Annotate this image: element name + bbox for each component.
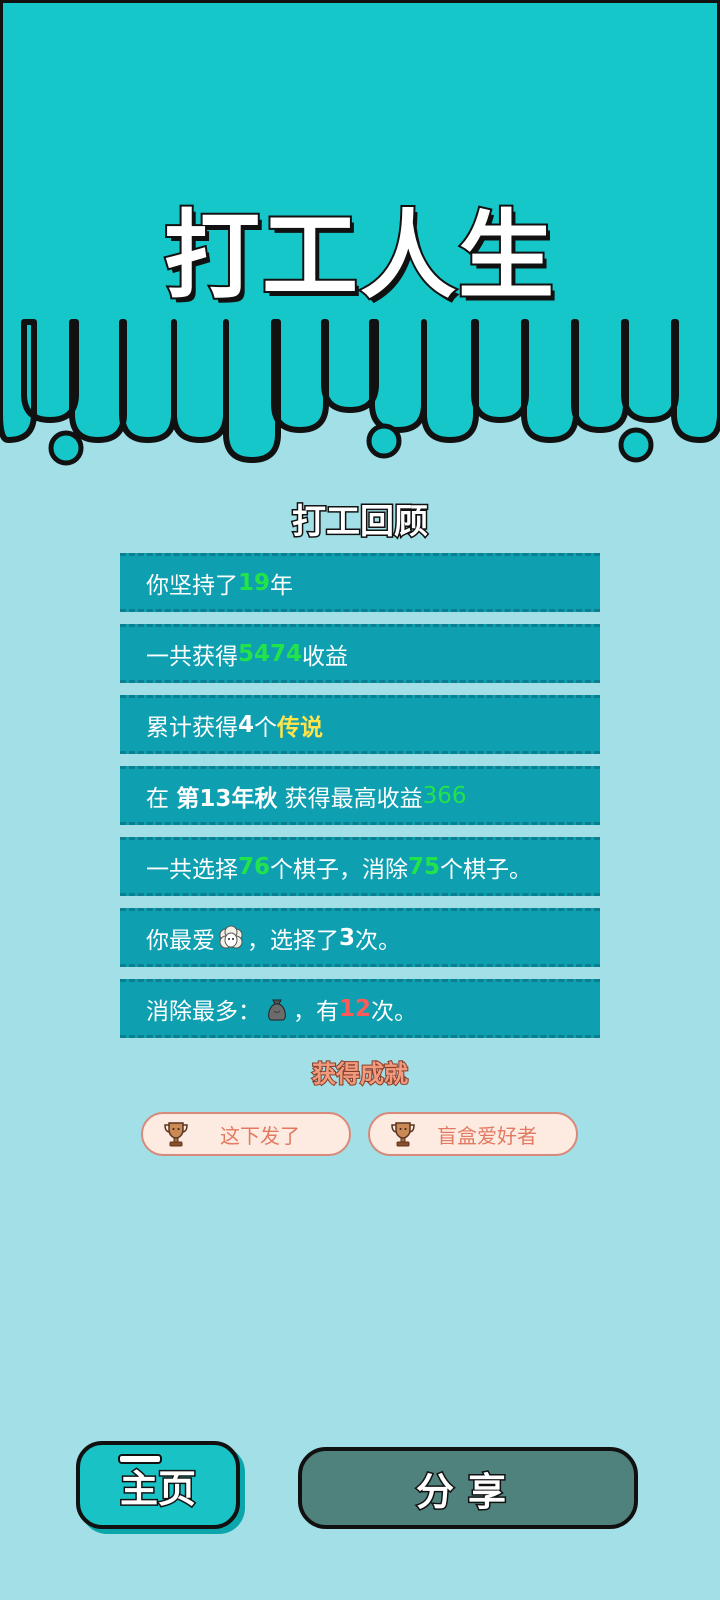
stat-row-most-removed: 消除最多： ，有 12 次。 [120,979,600,1038]
stat-text: 你坚持了 [146,572,238,599]
drip-drop [366,423,402,459]
share-button-label: 分享 [414,1468,520,1515]
stat-value-legend-count: 4 [238,711,255,738]
app-title: 打工人生 [162,198,556,314]
stat-row-best-income: 在 第13年秋 获得最高收益 366 [120,766,600,825]
achievement-badge[interactable]: 盲盒爱好者 [368,1112,578,1156]
stat-text: 一共获得 [146,643,238,670]
stat-row-pieces: 一共选择 76 个棋子，消除 75 个棋子。 [120,837,600,896]
stat-value-favorite-count: 3 [339,924,356,951]
trophy-icon [164,1122,188,1147]
share-button[interactable]: 分享 [298,1447,638,1529]
achievement-badge[interactable]: 这下发了 [141,1112,351,1156]
section-title-review: 打工回顾 [291,501,430,544]
stat-value-income: 5474 [238,640,303,667]
stat-text: 获得最高收益 [277,785,423,812]
stat-text: 消除最多： [146,998,261,1025]
stat-text: 收益 [302,643,349,670]
achievement-label: 盲盒爱好者 [437,1123,537,1148]
stat-text: 次。 [355,927,402,954]
stat-row-years: 你坚持了 19 年 [120,553,600,612]
stat-row-income: 一共获得 5474 收益 [120,624,600,683]
stat-row-favorite: 你最爱 ，选择了 3 次。 [120,908,600,967]
stat-text: ，选择了 [247,927,339,954]
stat-value-removed-count: 12 [339,995,372,1022]
stat-text: 年 [270,572,294,599]
home-button-label: 主页 [118,1465,197,1512]
stat-text: 一共选择 [146,856,238,883]
home-button[interactable]: 主页 [76,1441,240,1529]
garbage-bag-icon [268,999,286,1020]
stat-value-best-income: 366 [422,782,467,809]
stat-row-legend: 累计获得 4 个传说 [120,695,600,754]
stat-value-season: 第13年秋 [176,785,278,812]
stat-text: 个棋子，消除 [270,856,409,883]
stat-text: 个棋子。 [440,856,533,883]
stat-tag-legend: 传说 [277,714,324,741]
stat-text: 累计获得 [146,714,238,741]
drip-drop [48,430,84,466]
achievement-label: 这下发了 [220,1123,300,1148]
stat-value-selected: 76 [238,853,271,880]
review-list: 你坚持了 19 年 一共获得 5474 收益 累计获得 4 个传说 在 第13年秋 获得最高… [120,553,600,1050]
stat-text: 次。 [371,998,418,1025]
stat-text: 你最爱 [146,927,215,954]
stat-text: 个 [254,714,278,741]
drip-drop [618,427,654,463]
stat-value-years: 19 [238,569,271,596]
button-shine [118,1454,162,1464]
stat-value-removed: 75 [408,853,441,880]
trophy-icon [391,1122,415,1147]
stat-text: 在 [146,785,177,812]
sheep-icon [219,925,243,948]
stat-text: ，有 [293,998,339,1025]
section-title-achievements: 获得成就 [311,1059,409,1089]
